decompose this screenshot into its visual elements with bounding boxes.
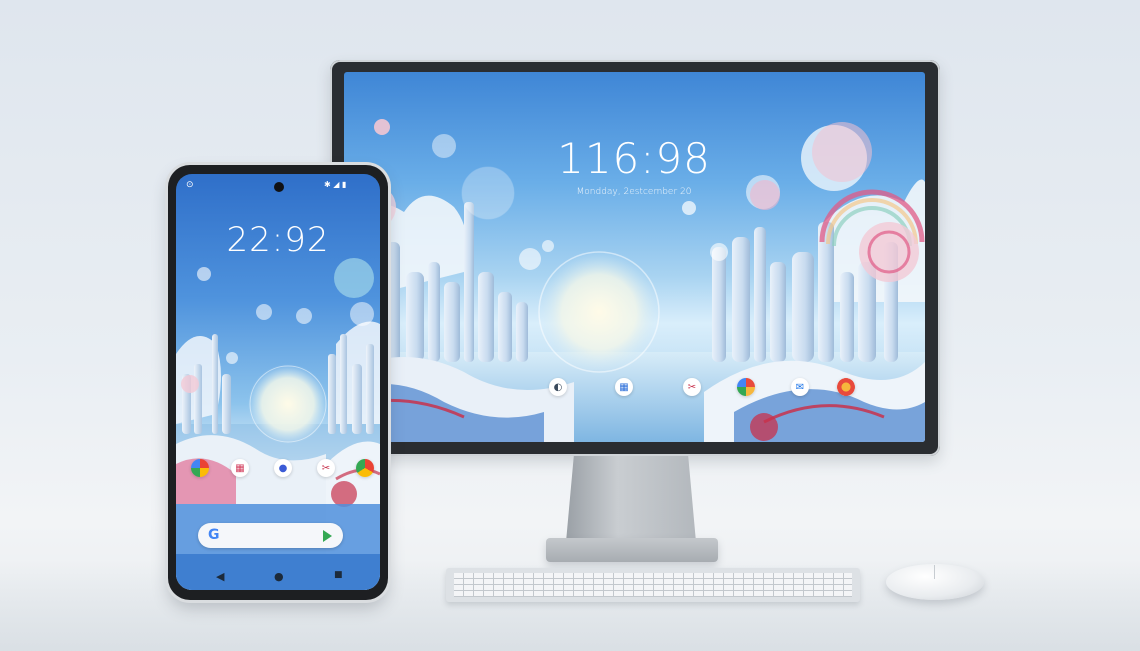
monitor-date: Mondday, 2estcember 20 — [576, 187, 692, 197]
monitor-stand — [566, 456, 696, 542]
front-camera — [274, 182, 284, 192]
tools-icon[interactable]: ✂ — [317, 459, 335, 477]
contacts-icon[interactable]: ● — [274, 459, 292, 477]
nav-recents-button[interactable]: ■ — [334, 570, 343, 580]
desktop-monitor: 116:98 Mondday, 2estcember 20 ◐ ▦ ✂ ✉ — [330, 60, 940, 456]
nav-home-button[interactable]: ● — [274, 570, 284, 583]
monitor-stand-base — [546, 538, 718, 562]
smartphone: ⊙ ✱ ◢ ▮ 22:92 ▦ ● ✂ G ◀ ● ■ — [168, 165, 388, 600]
chat-icon[interactable]: ✉ — [791, 378, 809, 396]
monitor-clock: 116:98 — [557, 134, 711, 183]
phone-screen: ⊙ ✱ ◢ ▮ 22:92 ▦ ● ✂ G ◀ ● ■ — [176, 174, 380, 590]
grid-icon[interactable]: ▦ — [615, 378, 633, 396]
tools-icon[interactable]: ✂ — [683, 378, 701, 396]
home-icon[interactable] — [191, 459, 209, 477]
status-bar-right: ✱ ◢ ▮ — [324, 180, 347, 189]
phone-clock: 22:92 — [226, 220, 330, 260]
keyboard — [446, 568, 860, 602]
chrome-icon[interactable] — [356, 459, 374, 477]
photos-icon[interactable] — [737, 378, 755, 396]
google-logo-icon: G — [208, 527, 220, 543]
monitor-screen: 116:98 Mondday, 2estcember 20 ◐ ▦ ✂ ✉ — [344, 72, 925, 442]
nav-back-button[interactable]: ◀ — [216, 570, 224, 583]
search-bar[interactable]: G — [198, 523, 343, 548]
status-bar-left: ⊙ — [186, 180, 194, 190]
mouse — [886, 564, 984, 600]
mouse-button-divider — [934, 565, 935, 579]
search-icon[interactable]: ◐ — [549, 378, 567, 396]
assistant-icon[interactable] — [323, 530, 332, 542]
colors-icon[interactable] — [837, 378, 855, 396]
grid-icon[interactable]: ▦ — [231, 459, 249, 477]
